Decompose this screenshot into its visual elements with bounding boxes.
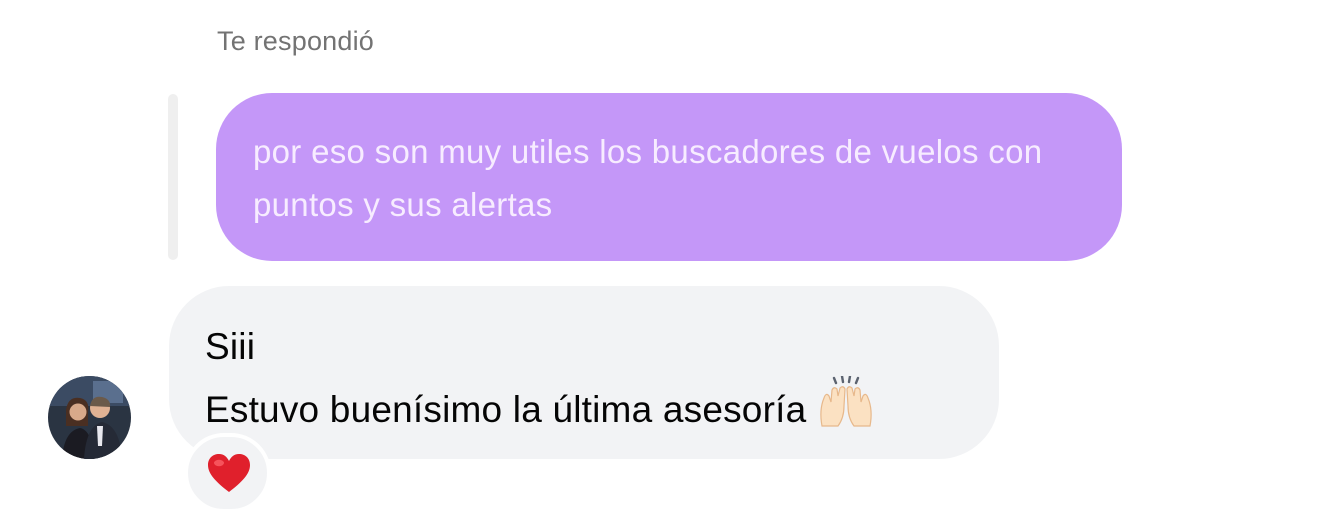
message-line-1: Siii xyxy=(205,326,256,367)
message-line-2: Estuvo buenísimo la última asesoría xyxy=(205,376,969,439)
avatar[interactable] xyxy=(48,376,131,459)
raising-hands-emoji-icon xyxy=(820,376,873,427)
reply-context-label: Te respondió xyxy=(217,26,375,56)
reply-indicator-bar xyxy=(168,94,178,260)
quoted-message-text: por eso son muy utiles los buscadores de… xyxy=(253,133,1043,223)
message-line-2-text: Estuvo buenísimo la última asesoría xyxy=(205,389,807,430)
quoted-message-bubble[interactable]: por eso son muy utiles los buscadores de… xyxy=(216,93,1122,261)
avatar-photo-icon xyxy=(48,376,131,459)
red-heart-icon xyxy=(208,454,250,492)
received-message-bubble[interactable]: Siii Estuvo buenísimo la última asesoría xyxy=(169,286,999,459)
reaction-badge[interactable] xyxy=(184,433,271,513)
